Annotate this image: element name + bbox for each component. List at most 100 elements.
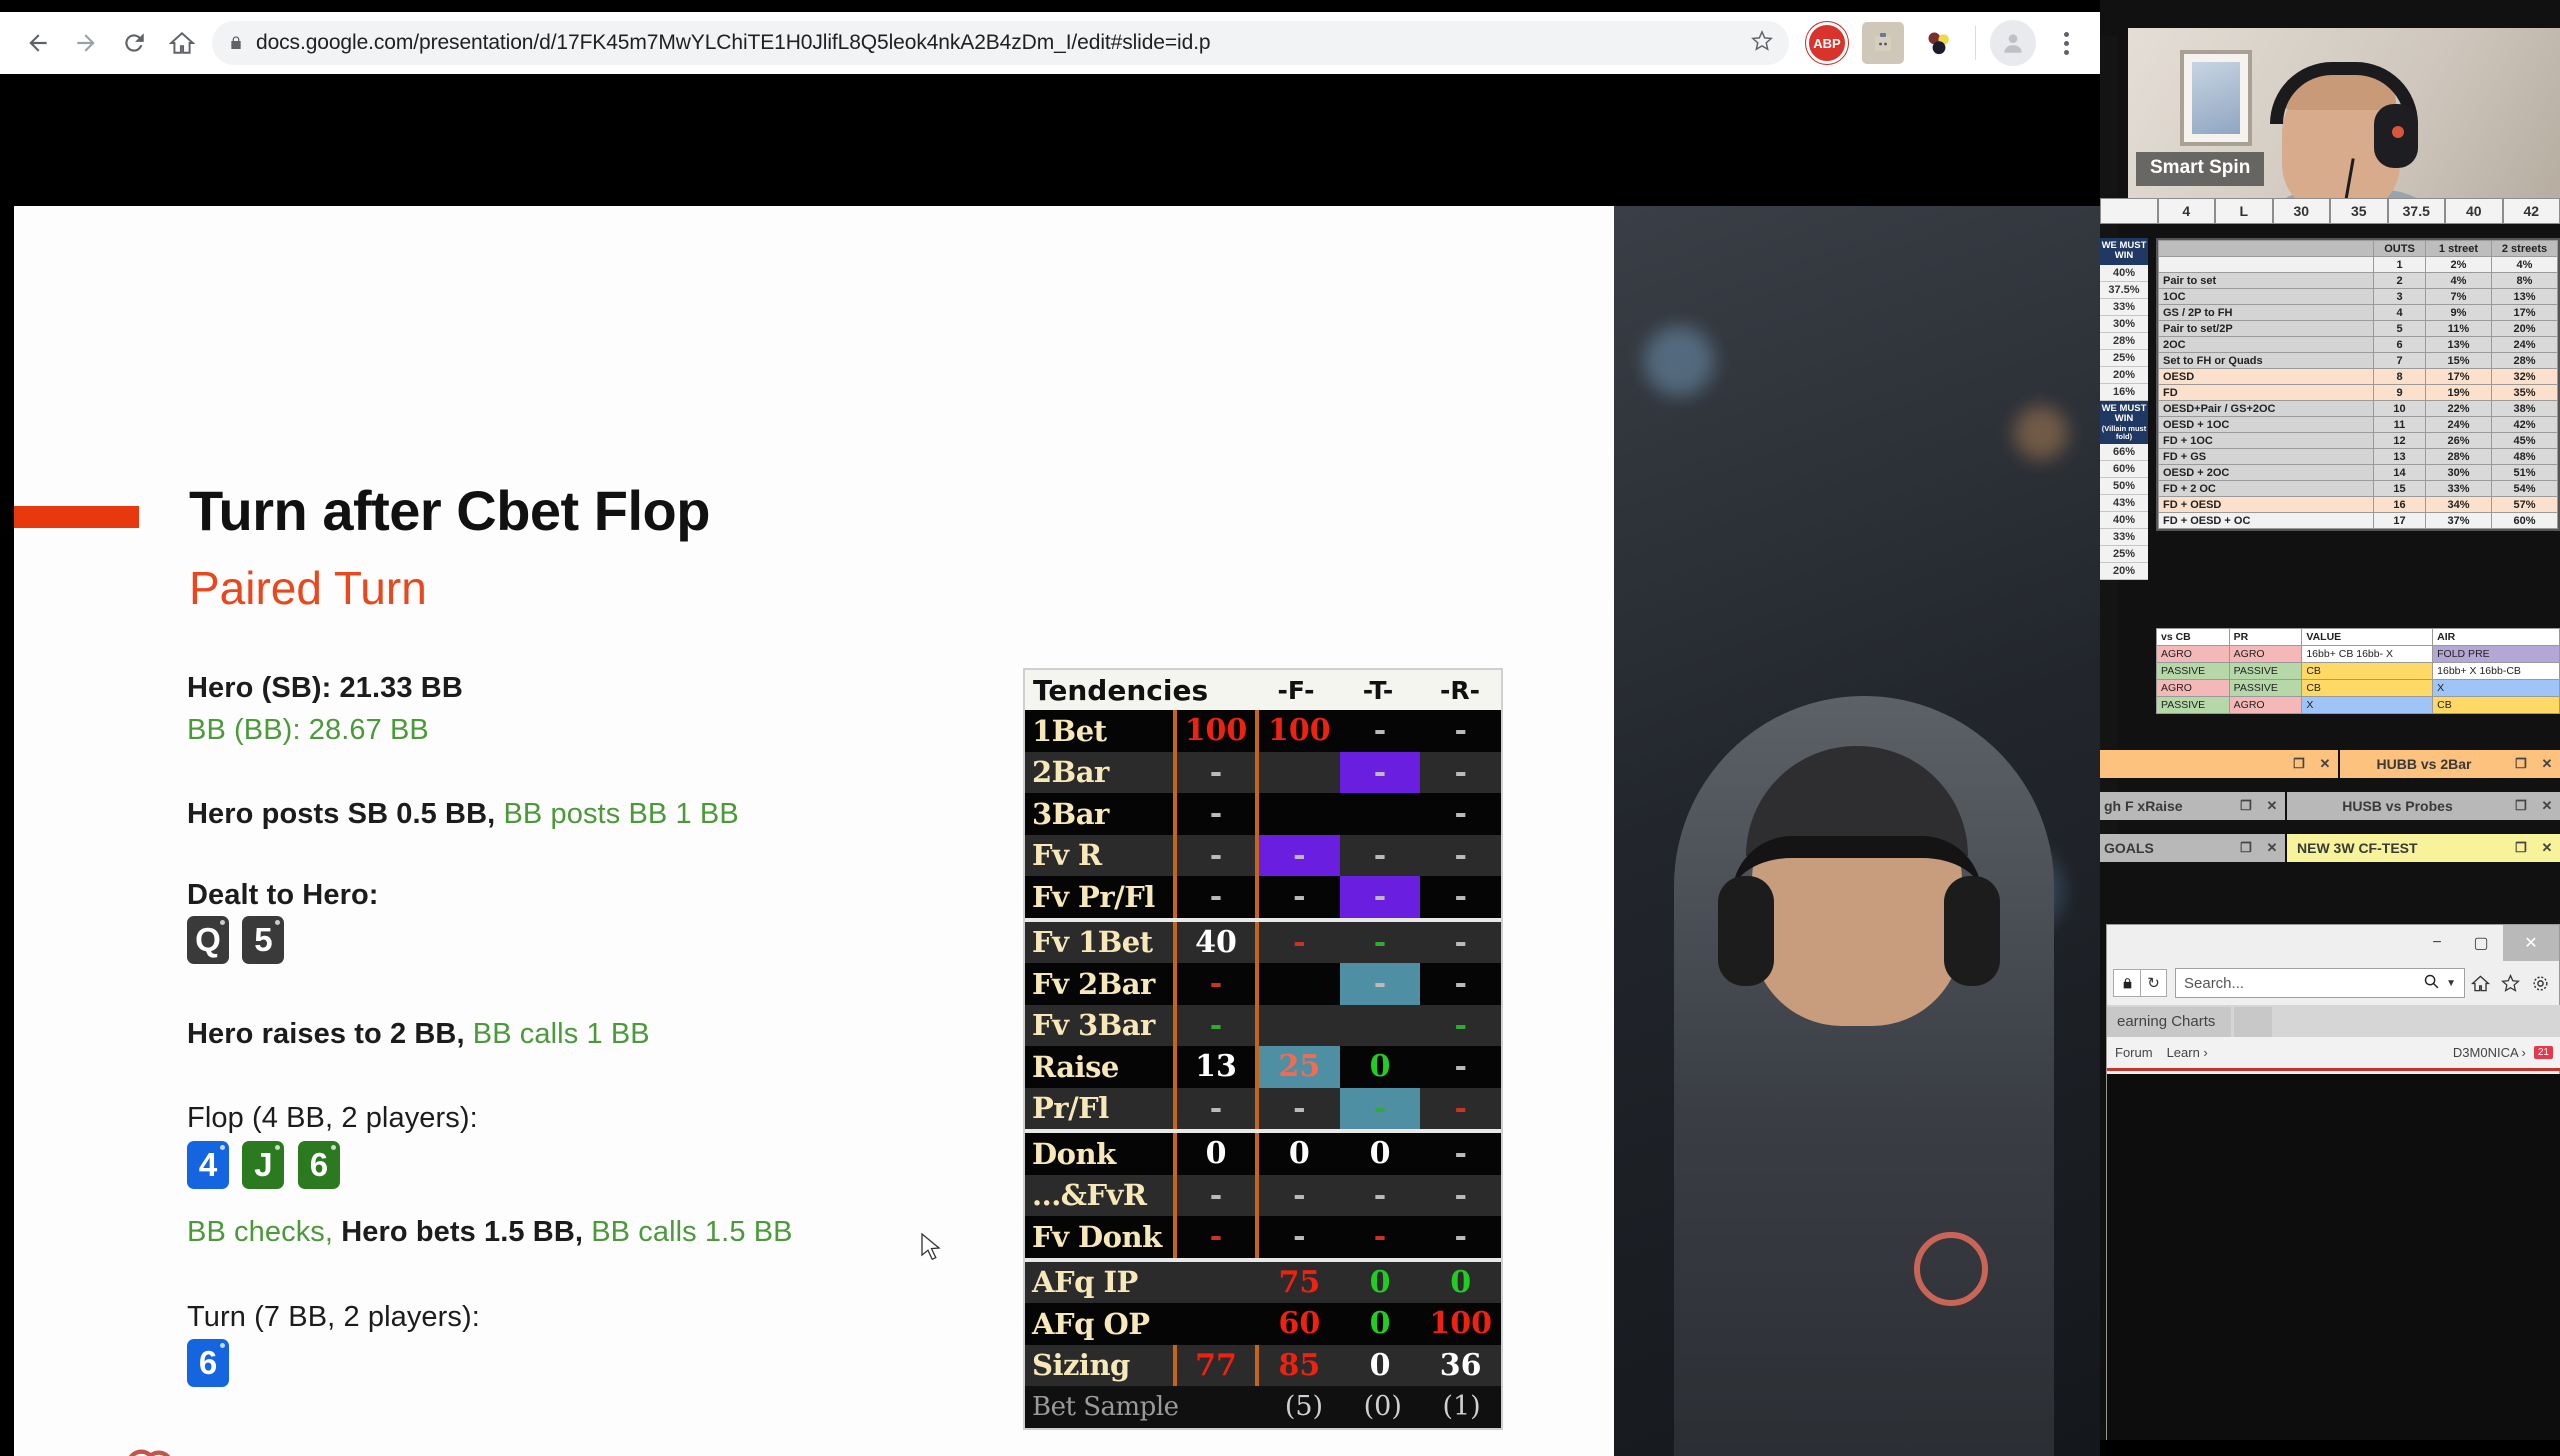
close-icon[interactable]: ✕	[2534, 840, 2560, 856]
window-bar-hubb-vs-2bar[interactable]: HUBB vs 2Bar ❐ ✕	[2340, 750, 2560, 778]
card-hole-1: Q	[187, 916, 229, 964]
clipboard-extension-icon[interactable]	[1862, 22, 1904, 64]
outs-one-street: 15%	[2426, 353, 2492, 369]
outs-header-0	[2159, 241, 2374, 257]
forward-arrow-icon[interactable]	[62, 19, 110, 67]
hud-row-fv-2bar: Fv 2Bar---	[1025, 963, 1501, 1005]
tab-earning-charts[interactable]: earning Charts	[2107, 1007, 2231, 1037]
value-action: CB	[2302, 663, 2433, 680]
card-turn-1: 6	[187, 1339, 229, 1387]
maximize-icon[interactable]: ❐	[2508, 756, 2534, 772]
pokertracker-extension-icon[interactable]	[1918, 22, 1960, 64]
hud-cell-river: -	[1420, 963, 1501, 1005]
hud-row-fv-donk: Fv Donk----	[1025, 1216, 1501, 1258]
hud-cell-flop: 25	[1259, 1046, 1340, 1088]
outs-row: Set to FH or Quads715%28%	[2159, 353, 2558, 369]
reload-icon[interactable]	[110, 19, 158, 67]
hero-stack-line: Hero (SB): 21.33 BB	[187, 672, 463, 705]
user-menu[interactable]: D3M0NICA ›	[2453, 1045, 2526, 1060]
close-icon[interactable]: ✕	[2534, 798, 2560, 814]
hud-cell-flop: 85	[1259, 1345, 1340, 1387]
hud-row-label: ...&FvR	[1025, 1178, 1173, 1212]
window-bar-1[interactable]: ❐ ✕	[2100, 750, 2338, 778]
hud-cell-flop: -	[1259, 835, 1340, 877]
maximize-icon[interactable]: ❐	[2508, 840, 2534, 856]
hud-row-fv-pr-fl: Fv Pr/Fl----	[1025, 876, 1501, 918]
hud-cell-river: -	[1420, 752, 1501, 794]
hud-cell-turn: -	[1340, 922, 1421, 964]
gear-icon[interactable]	[2525, 974, 2555, 993]
outs-row: Pair to set/2P511%20%	[2159, 321, 2558, 337]
search-input[interactable]: Search... ▼	[2175, 968, 2465, 998]
nav-learn[interactable]: Learn ›	[2167, 1045, 2208, 1060]
outs-row: FD + OESD1634%57%	[2159, 497, 2558, 513]
hud-row-label: AFq IP	[1025, 1265, 1173, 1299]
lock-icon[interactable]	[2113, 969, 2141, 997]
outs-draw-label	[2159, 257, 2374, 273]
villain-fold-value-3: 43%	[2100, 495, 2148, 512]
back-arrow-icon[interactable]	[14, 19, 62, 67]
adblock-extension-icon[interactable]: ABP	[1806, 22, 1848, 64]
hud-cell-turn	[1340, 793, 1421, 835]
home-icon[interactable]	[2465, 974, 2495, 993]
slide[interactable]: Turn after Cbet Flop Paired Turn Hero (S…	[14, 206, 1614, 1456]
window-bar-husb-vs-probes[interactable]: HUSB vs Probes ❐ ✕	[2287, 792, 2560, 820]
star-icon[interactable]	[1739, 30, 1773, 57]
villain-fold-value-4: 40%	[2100, 512, 2148, 529]
hud-row-label: 3Bar	[1025, 797, 1173, 831]
hero-bets-text: Hero bets 1.5 BB,	[333, 1216, 583, 1248]
outs-count: 17	[2374, 513, 2426, 529]
close-icon[interactable]: ✕	[2259, 840, 2285, 856]
maximize-icon[interactable]: ▢	[2459, 925, 2503, 961]
hud-cell-turn: 0	[1340, 1046, 1421, 1088]
hud-cell-turn: -	[1340, 963, 1421, 1005]
outs-one-street: 11%	[2426, 321, 2492, 337]
hud-cell-preflop: 0	[1177, 1133, 1255, 1175]
magnifier-icon[interactable]	[2423, 973, 2440, 994]
maximize-icon[interactable]: ❐	[2508, 798, 2534, 814]
maximize-icon[interactable]: ❐	[2233, 840, 2259, 856]
must-win-value-2: 33%	[2100, 299, 2148, 316]
maximize-icon[interactable]: ❐	[2233, 798, 2259, 814]
outs-row: FD + OESD + OC1737%60%	[2159, 513, 2558, 529]
outs-count: 7	[2374, 353, 2426, 369]
must-win-value-7: 16%	[2100, 384, 2148, 401]
hud-row-pr-fl: Pr/Fl----	[1025, 1088, 1501, 1130]
hud-cell-flop: 0	[1259, 1133, 1340, 1175]
must-win-header-1: WE MUST WIN	[2100, 238, 2148, 265]
photo-shirt-logo	[1914, 1232, 1988, 1306]
reload-icon[interactable]: ↻	[2141, 969, 2167, 997]
window-bar-new3w-cf-test[interactable]: NEW 3W CF-TEST ❐ ✕	[2287, 834, 2560, 862]
title-accent-bar	[14, 506, 139, 528]
star-icon[interactable]	[2495, 974, 2525, 993]
close-icon[interactable]: ✕	[2259, 798, 2285, 814]
home-icon[interactable]	[158, 19, 206, 67]
turn-header: Turn (7 BB, 2 players):	[187, 1301, 480, 1334]
nav-forum[interactable]: Forum	[2115, 1045, 2153, 1060]
maximize-icon[interactable]: ❐	[2286, 756, 2312, 772]
hud-cell-preflop: -	[1177, 876, 1255, 918]
outs-two-streets: 57%	[2492, 497, 2558, 513]
stock-photo-player	[1614, 206, 2100, 1456]
address-bar[interactable]: docs.google.com/presentation/d/17FK45m7M…	[212, 21, 1789, 65]
outs-draw-label: Set to FH or Quads	[2159, 353, 2374, 369]
window-bar-xraise[interactable]: gh F xRaise ❐ ✕	[2100, 792, 2285, 820]
hero-posts-text: Hero posts SB 0.5 BB,	[187, 798, 495, 830]
close-icon[interactable]: ✕	[2312, 756, 2338, 772]
close-icon[interactable]: ✕	[2503, 925, 2559, 961]
hud-cell-preflop: -	[1177, 1005, 1255, 1047]
hud-row-label: Fv 2Bar	[1025, 967, 1173, 1001]
profile-avatar-icon[interactable]	[1990, 20, 2036, 66]
new-tab-button[interactable]	[2234, 1007, 2272, 1037]
minimize-icon[interactable]: −	[2415, 925, 2459, 961]
notification-badge[interactable]: 21	[2534, 1046, 2553, 1059]
smartspin-logo: SMARTSPIN.com	[119, 1441, 500, 1456]
close-icon[interactable]: ✕	[2534, 756, 2560, 772]
three-dot-menu-icon[interactable]	[2046, 20, 2086, 66]
chevron-down-icon[interactable]: ▼	[2446, 978, 2456, 989]
window-bar-goals[interactable]: GOALS ❐ ✕	[2100, 834, 2285, 862]
outs-row: Pair to set24%8%	[2159, 273, 2558, 289]
turn-cards: 6	[187, 1339, 238, 1387]
url-text: docs.google.com/presentation/d/17FK45m7M…	[256, 31, 1211, 55]
vs-cbet-style: PASSIVE	[2157, 697, 2230, 714]
